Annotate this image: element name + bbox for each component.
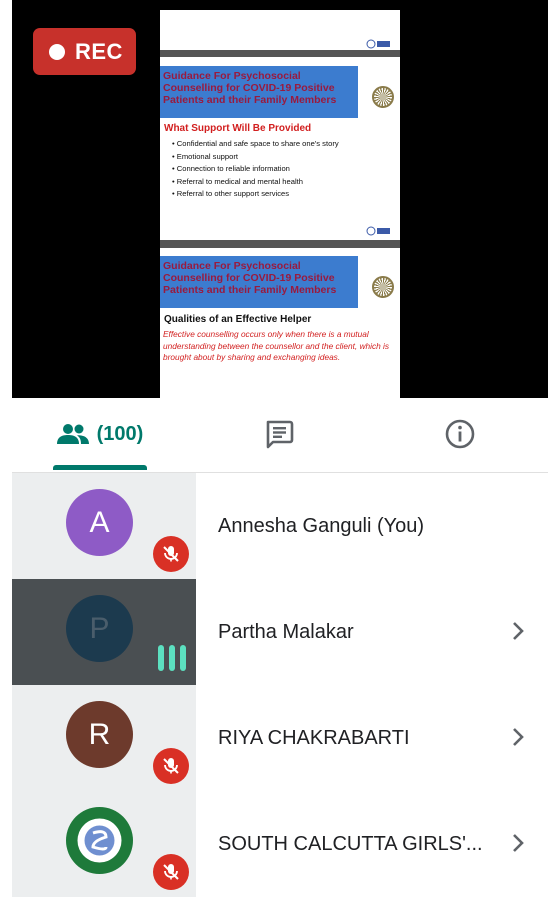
avatar: P — [66, 595, 133, 662]
participant-list: A Annesha Ganguli (You) P Partha Malakar… — [12, 473, 548, 897]
tab-people[interactable]: (100) — [52, 398, 148, 470]
participant-tile: P — [12, 579, 196, 685]
presentation-slide: Guidance For Psychosocial Counselling fo… — [160, 10, 400, 398]
record-dot-icon — [49, 43, 65, 60]
active-tab-indicator — [53, 465, 147, 470]
chevron-right-icon[interactable] — [510, 619, 526, 643]
mic-off-icon — [153, 854, 189, 890]
recording-badge: REC — [33, 28, 136, 75]
participant-tile: A — [12, 473, 196, 579]
tab-info[interactable] — [430, 398, 490, 470]
recording-label: REC — [75, 38, 123, 64]
chat-icon — [266, 420, 294, 449]
mic-off-icon — [153, 748, 189, 784]
slide-logo — [366, 224, 392, 238]
participant-name: Annesha Ganguli (You) — [218, 514, 425, 537]
slide-bullet: Emotional support — [172, 151, 339, 164]
tab-chat[interactable] — [249, 398, 309, 470]
chevron-right-icon[interactable] — [510, 725, 526, 749]
emblem-icon — [372, 86, 394, 108]
info-icon — [445, 419, 475, 449]
slide-section-title: Qualities of an Effective Helper — [164, 314, 312, 325]
slide-title-banner: Guidance For Psychosocial Counselling fo… — [160, 66, 358, 118]
avatar: R — [66, 701, 133, 768]
participant-row[interactable]: R RIYA CHAKRABARTI — [12, 685, 548, 791]
participant-row[interactable]: SOUTH CALCUTTA GIRLS'... — [12, 791, 548, 897]
participant-row[interactable]: A Annesha Ganguli (You) — [12, 473, 548, 579]
participant-tile — [12, 791, 196, 897]
college-logo-icon — [66, 807, 133, 874]
slide-divider — [160, 240, 400, 248]
slide-bullet-list: Confidential and safe space to share one… — [172, 138, 339, 201]
avatar: A — [66, 489, 133, 556]
participant-tile: R — [12, 685, 196, 791]
people-icon — [56, 424, 89, 444]
slide-bullet: Confidential and safe space to share one… — [172, 138, 339, 151]
slide-title: Guidance For Psychosocial Counselling fo… — [163, 70, 337, 106]
slide-divider — [160, 50, 400, 57]
slide-section-title: What Support Will Be Provided — [164, 123, 312, 134]
slide-title: Guidance For Psychosocial Counselling fo… — [163, 260, 337, 296]
panel-tabs: (100) — [12, 398, 548, 473]
slide-bullet: Referral to other support services — [172, 188, 339, 201]
speaking-indicator-icon — [158, 645, 186, 671]
people-count: (100) — [96, 422, 144, 445]
participant-name: SOUTH CALCUTTA GIRLS'... — [218, 832, 483, 855]
mic-off-icon — [153, 536, 189, 572]
slide-logo — [366, 37, 392, 51]
slide-title-banner: Guidance For Psychosocial Counselling fo… — [160, 256, 358, 308]
chevron-right-icon[interactable] — [510, 831, 526, 855]
participant-name: RIYA CHAKRABARTI — [218, 726, 410, 749]
participant-row[interactable]: P Partha Malakar — [12, 579, 548, 685]
slide-bullet: Connection to reliable information — [172, 163, 339, 176]
slide-bullet: Referral to medical and mental health — [172, 176, 339, 189]
participant-name: Partha Malakar — [218, 620, 354, 643]
slide-body-text: Effective counselling occurs only when t… — [163, 329, 390, 362]
emblem-icon — [372, 276, 394, 298]
video-feed[interactable]: Guidance For Psychosocial Counselling fo… — [12, 0, 548, 398]
